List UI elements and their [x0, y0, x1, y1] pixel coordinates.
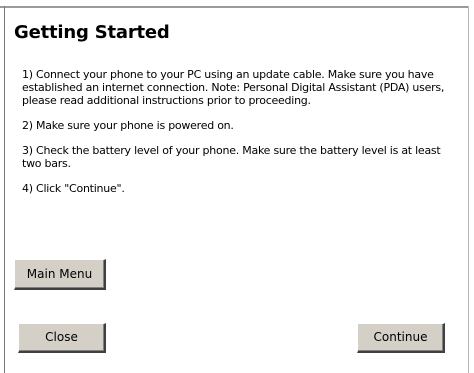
instruction-step-4: 4) Click "Continue". [22, 182, 125, 195]
instruction-step-3: 3) Check the battery level of your phone… [22, 144, 441, 170]
close-button[interactable]: Close [18, 323, 106, 353]
page-title: Getting Started [14, 22, 170, 43]
instruction-list: 1) Connect your phone to your PC using a… [22, 68, 447, 207]
instruction-step-2: 2) Make sure your phone is powered on. [22, 119, 234, 132]
left-border [4, 6, 5, 373]
instruction-step-1: 1) Connect your phone to your PC using a… [22, 68, 445, 107]
top-border [0, 6, 468, 8]
right-border [468, 6, 469, 373]
main-menu-button[interactable]: Main Menu [14, 259, 106, 290]
getting-started-panel: Getting Started 1) Connect your phone to… [0, 0, 474, 373]
continue-button[interactable]: Continue [357, 323, 445, 353]
